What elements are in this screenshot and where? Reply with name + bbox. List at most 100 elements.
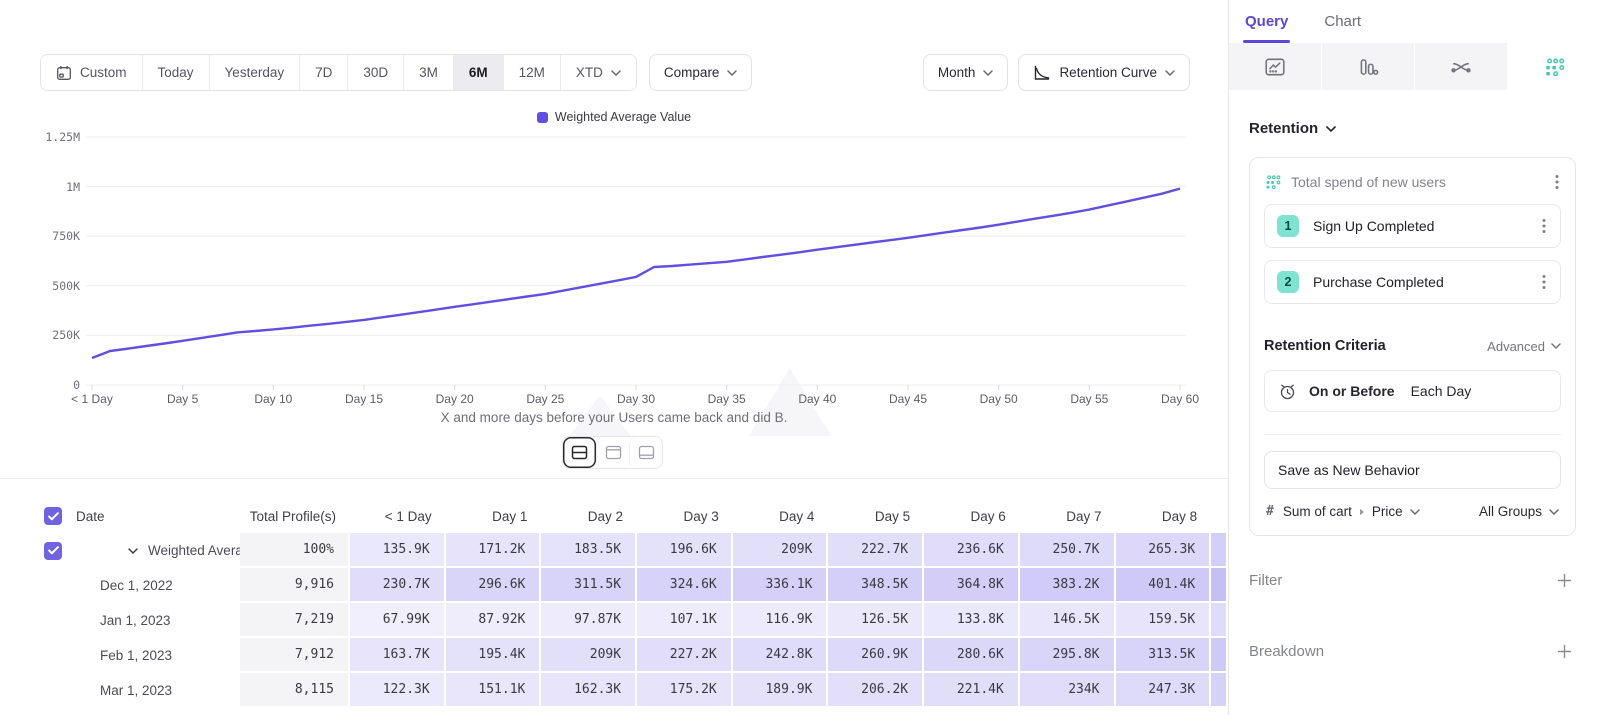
- column-header-day[interactable]: Day 3: [637, 499, 733, 533]
- retention-value-cell-clipped[interactable]: [1211, 638, 1226, 673]
- retention-value-cell[interactable]: 221.4K: [924, 673, 1020, 708]
- retention-value-cell[interactable]: 364.8K: [924, 568, 1020, 603]
- date-range-yesterday[interactable]: Yesterday: [209, 55, 300, 90]
- date-range-6m[interactable]: 6M: [453, 55, 503, 90]
- add-filter-button[interactable]: [1557, 573, 1572, 588]
- retention-value-cell[interactable]: 383.2K: [1020, 568, 1116, 603]
- groups-dropdown[interactable]: All Groups: [1479, 504, 1559, 519]
- retention-value-cell[interactable]: 151.1K: [446, 673, 542, 708]
- retention-value-cell[interactable]: 401.4K: [1116, 568, 1212, 603]
- date-range-30d[interactable]: 30D: [347, 55, 403, 90]
- retention-value-cell[interactable]: 183.5K: [541, 533, 637, 568]
- retention-value-cell-clipped[interactable]: [1211, 533, 1226, 568]
- retention-value-cell[interactable]: 260.9K: [828, 638, 924, 673]
- insights-report-icon[interactable]: [1229, 43, 1322, 90]
- event-menu-button[interactable]: [1540, 216, 1548, 236]
- retention-value-cell[interactable]: 234K: [1020, 673, 1116, 708]
- retention-value-cell[interactable]: 311.5K: [541, 568, 637, 603]
- retention-value-cell[interactable]: 295.8K: [1020, 638, 1116, 673]
- retention-value-cell[interactable]: 87.92K: [446, 603, 542, 638]
- granularity-button[interactable]: Month: [923, 54, 1009, 91]
- retention-value-cell[interactable]: 209K: [733, 533, 829, 568]
- retention-value-cell-clipped[interactable]: [1211, 673, 1226, 708]
- retention-value-cell[interactable]: 242.8K: [733, 638, 829, 673]
- collapse-chevron-icon[interactable]: [128, 548, 138, 554]
- date-range-12m[interactable]: 12M: [503, 55, 560, 90]
- total-profiles-cell[interactable]: 8,115: [240, 673, 350, 708]
- date-range-7d[interactable]: 7D: [299, 55, 347, 90]
- retention-value-cell[interactable]: 126.5K: [828, 603, 924, 638]
- column-header-day[interactable]: < 1 Day: [350, 499, 446, 533]
- retention-value-cell[interactable]: 159.5K: [1116, 603, 1212, 638]
- compare-button[interactable]: Compare: [649, 54, 753, 91]
- view-toggle-chart-only[interactable]: [596, 437, 629, 468]
- row-label[interactable]: Feb 1, 2023: [100, 648, 172, 663]
- retention-value-cell[interactable]: 227.2K: [637, 638, 733, 673]
- event-step-2[interactable]: 2 Purchase Completed: [1264, 260, 1561, 304]
- date-range-3m[interactable]: 3M: [403, 55, 453, 90]
- view-toggle-table-only[interactable]: [629, 437, 662, 468]
- retention-value-cell[interactable]: 206.2K: [828, 673, 924, 708]
- column-header-day[interactable]: Day 6: [924, 499, 1020, 533]
- column-header-day[interactable]: Day 8: [1116, 499, 1212, 533]
- retention-value-cell[interactable]: 222.7K: [828, 533, 924, 568]
- retention-value-cell[interactable]: 236.6K: [924, 533, 1020, 568]
- retention-value-cell[interactable]: 189.9K: [733, 673, 829, 708]
- retention-report-icon[interactable]: [1508, 43, 1600, 90]
- retention-value-cell[interactable]: 97.87K: [541, 603, 637, 638]
- retention-value-cell[interactable]: 250.7K: [1020, 533, 1116, 568]
- row-checkbox[interactable]: [44, 542, 62, 560]
- retention-value-cell[interactable]: 116.9K: [733, 603, 829, 638]
- add-breakdown-button[interactable]: [1557, 644, 1572, 659]
- column-header-date[interactable]: Date: [76, 509, 105, 524]
- tab-query[interactable]: Query: [1245, 0, 1288, 43]
- retention-value-cell[interactable]: 196.6K: [637, 533, 733, 568]
- criteria-mode-dropdown[interactable]: Advanced: [1487, 339, 1561, 354]
- funnels-report-icon[interactable]: [1322, 43, 1415, 90]
- column-header-day[interactable]: Day 4: [733, 499, 829, 533]
- total-profiles-cell[interactable]: 9,916: [240, 568, 350, 603]
- retention-value-cell[interactable]: 67.99K: [350, 603, 446, 638]
- retention-value-cell[interactable]: 135.9K: [350, 533, 446, 568]
- retention-value-cell[interactable]: 247.3K: [1116, 673, 1212, 708]
- retention-value-cell-clipped[interactable]: [1211, 568, 1226, 603]
- column-header-day[interactable]: Day 2: [541, 499, 637, 533]
- row-label[interactable]: Weighted Average ...: [148, 543, 240, 558]
- report-type-dropdown[interactable]: Retention: [1249, 120, 1576, 137]
- date-range-today[interactable]: Today: [142, 55, 209, 90]
- column-header-day[interactable]: Day 1: [446, 499, 542, 533]
- row-label[interactable]: Mar 1, 2023: [100, 683, 172, 698]
- flows-report-icon[interactable]: [1415, 43, 1508, 90]
- event-menu-button[interactable]: [1540, 272, 1548, 292]
- date-range-xtd[interactable]: XTD: [560, 55, 636, 90]
- retention-value-cell[interactable]: 107.1K: [637, 603, 733, 638]
- behavior-menu-button[interactable]: [1553, 172, 1561, 192]
- row-label[interactable]: Dec 1, 2022: [100, 578, 173, 593]
- column-header-day[interactable]: Day 5: [828, 499, 924, 533]
- row-label[interactable]: Jan 1, 2023: [100, 613, 171, 628]
- event-step-1[interactable]: 1 Sign Up Completed: [1264, 204, 1561, 248]
- retention-value-cell[interactable]: 163.7K: [350, 638, 446, 673]
- retention-condition[interactable]: On or Before Each Day: [1264, 370, 1561, 412]
- retention-value-cell[interactable]: 162.3K: [541, 673, 637, 708]
- view-toggle-chart-and-table[interactable]: [563, 437, 596, 468]
- retention-value-cell[interactable]: 133.8K: [924, 603, 1020, 638]
- total-profiles-cell[interactable]: 7,912: [240, 638, 350, 673]
- tab-chart[interactable]: Chart: [1324, 0, 1361, 43]
- retention-value-cell[interactable]: 336.1K: [733, 568, 829, 603]
- column-header-total[interactable]: Total Profile(s): [240, 499, 350, 533]
- retention-value-cell[interactable]: 313.5K: [1116, 638, 1212, 673]
- retention-value-cell-clipped[interactable]: [1211, 603, 1226, 638]
- retention-value-cell[interactable]: 265.3K: [1116, 533, 1212, 568]
- date-range-custom[interactable]: Custom: [41, 55, 142, 90]
- retention-value-cell[interactable]: 146.5K: [1020, 603, 1116, 638]
- retention-value-cell[interactable]: 230.7K: [350, 568, 446, 603]
- retention-value-cell[interactable]: 195.4K: [446, 638, 542, 673]
- retention-value-cell[interactable]: 122.3K: [350, 673, 446, 708]
- chart-legend[interactable]: Weighted Average Value: [0, 110, 1228, 124]
- chart-type-button[interactable]: Retention Curve: [1018, 54, 1190, 91]
- retention-value-cell[interactable]: 296.6K: [446, 568, 542, 603]
- measure-property-dropdown[interactable]: Sum of cart Price: [1283, 504, 1420, 519]
- retention-value-cell[interactable]: 348.5K: [828, 568, 924, 603]
- select-all-checkbox[interactable]: [44, 507, 62, 525]
